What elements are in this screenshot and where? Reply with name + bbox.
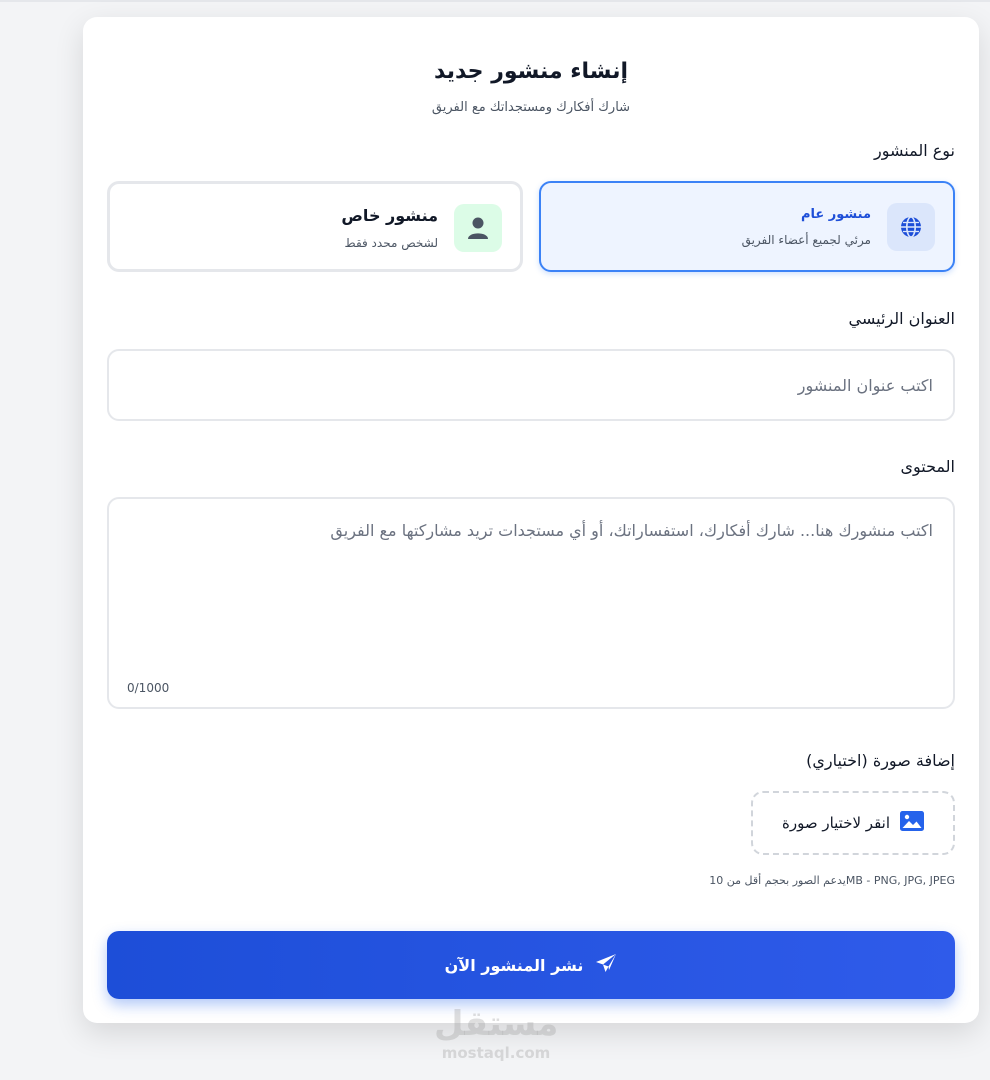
choose-image-button[interactable]: انقر لاختيار صورة — [751, 791, 955, 855]
image-icon — [900, 811, 925, 835]
mostaql-watermark: مستقل mostaql.com — [434, 1004, 558, 1062]
public-option-description: مرئي لجميع أعضاء الفريق — [741, 233, 871, 247]
post-type-public-option[interactable]: منشور عام مرئي لجميع أعضاء الفريق — [539, 181, 955, 272]
page-title: إنشاء منشور جديد — [434, 59, 628, 84]
character-counter: 0/1000 — [127, 681, 170, 695]
public-option-title: منشور عام — [800, 207, 871, 222]
page-subtitle: شارك أفكارك ومستجداتك مع الفريق — [431, 100, 631, 115]
content-label: المحتوى — [900, 457, 955, 476]
globe-icon — [887, 203, 935, 251]
publish-post-button[interactable]: نشر المنشور الآن — [107, 931, 955, 999]
watermark-arabic: مستقل — [434, 1004, 559, 1044]
create-post-card: إنشاء منشور جديد شارك أفكارك ومستجداتك م… — [83, 17, 979, 1023]
publish-button-label: نشر المنشور الآن — [444, 955, 584, 975]
top-divider — [0, 0, 990, 2]
post-type-private-option[interactable]: منشور خاص لشخص محدد فقط — [107, 181, 523, 272]
watermark-latin: mostaql.com — [441, 1044, 551, 1062]
post-title-input[interactable] — [107, 349, 955, 421]
main-title-label: العنوان الرئيسي — [848, 309, 955, 328]
choose-image-label: انقر لاختيار صورة — [781, 814, 891, 832]
private-option-description: لشخص محدد فقط — [344, 236, 438, 250]
post-content-textarea[interactable] — [107, 497, 955, 709]
user-icon — [454, 204, 502, 252]
image-upload-hint: يدعم الصور بحجم أقل من 10MB - PNG, JPG, … — [709, 874, 955, 887]
post-type-label: نوع المنشور — [873, 141, 955, 160]
image-upload-label: إضافة صورة (اختياري) — [806, 751, 955, 770]
private-option-title: منشور خاص — [341, 206, 438, 225]
paper-plane-icon — [595, 953, 617, 977]
